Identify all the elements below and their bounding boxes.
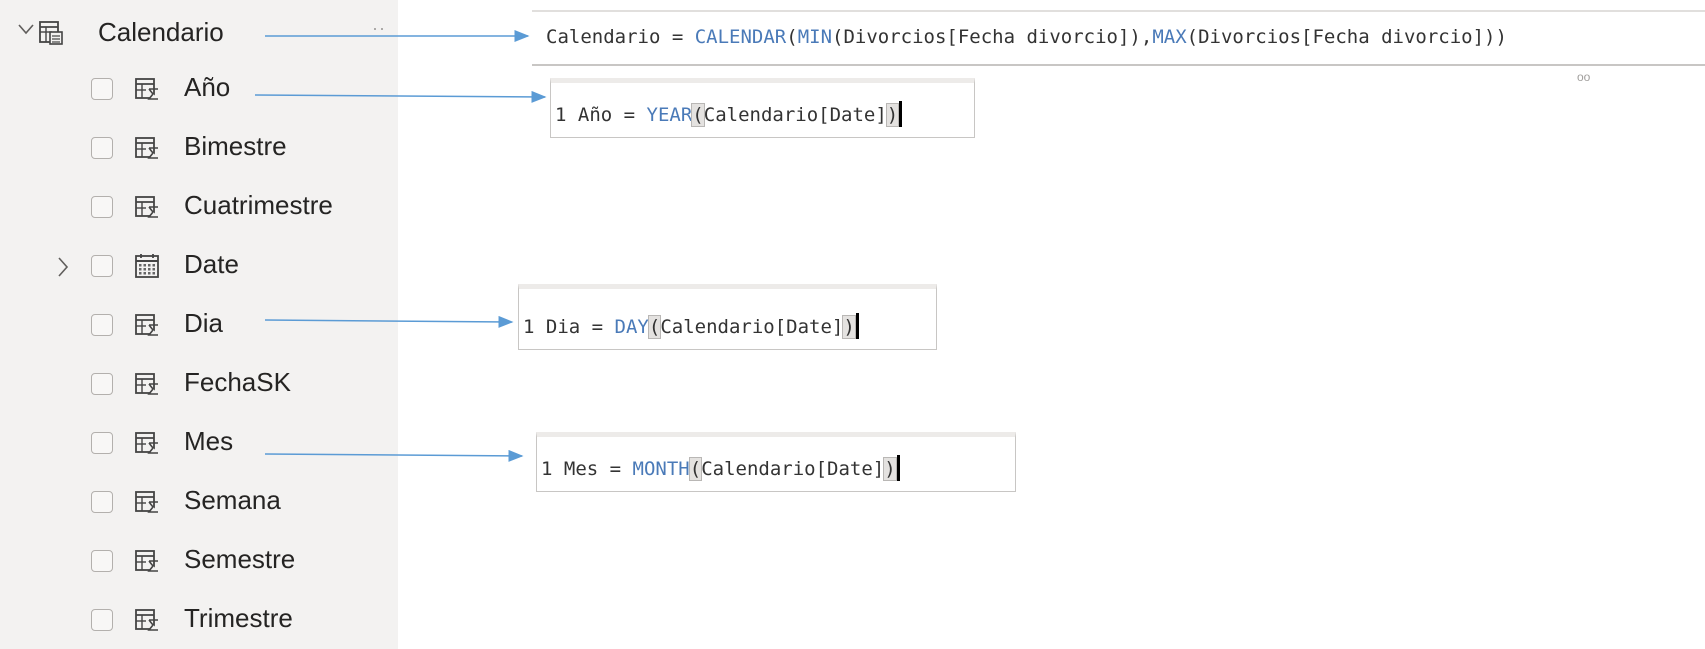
dax-function: MIN: [797, 26, 833, 48]
field-label: Mes: [184, 426, 234, 456]
more-options-icon[interactable]: ··: [372, 18, 386, 39]
code-text: (Divorcios[Fecha divorcio]),: [832, 26, 1153, 48]
field-item-bimestre[interactable]: Bimestre: [0, 127, 398, 177]
field-checkbox[interactable]: [91, 314, 113, 336]
field-checkbox[interactable]: [91, 196, 113, 218]
field-label: FechaSK: [184, 367, 291, 397]
calculated-column-icon: [135, 196, 158, 218]
bracket-match: (: [688, 457, 703, 481]
stray-mark: oo: [1577, 70, 1591, 84]
field-label: Semestre: [184, 544, 296, 574]
bracket-match: ): [885, 103, 900, 127]
calculated-column-icon: [135, 314, 158, 336]
calendar-hierarchy-icon: [135, 254, 159, 278]
code-line: Calendario = CALENDAR(MIN(Divorcios[Fech…: [546, 26, 1507, 48]
field-checkbox[interactable]: [91, 78, 113, 100]
text-caret: [899, 101, 903, 127]
chevron-down-icon[interactable]: [18, 22, 34, 36]
field-item-cuatrimestre[interactable]: Cuatrimestre: [0, 186, 398, 236]
line-number: 1: [555, 104, 567, 126]
calculated-column-icon: [135, 137, 158, 159]
code-text: Calendario =: [546, 26, 695, 48]
code-text: Calendario[Date]: [701, 458, 885, 480]
field-checkbox[interactable]: [91, 550, 113, 572]
field-checkbox[interactable]: [91, 137, 113, 159]
code-text: (Divorcios[Fecha divorcio])): [1186, 26, 1507, 48]
calculated-column-icon: [135, 432, 158, 454]
line-number: 1: [541, 458, 553, 480]
code-line: 1 Año = YEAR(Calendario[Date]): [555, 101, 903, 127]
field-checkbox[interactable]: [91, 255, 113, 277]
field-item-semana[interactable]: Semana: [0, 481, 398, 531]
field-checkbox[interactable]: [91, 432, 113, 454]
dax-function: MONTH: [632, 458, 690, 480]
code-text: Año =: [566, 104, 647, 126]
field-label: Dia: [184, 308, 224, 338]
code-text: Dia =: [534, 316, 615, 338]
formula-editor-mes[interactable]: 1 Mes = MONTH(Calendario[Date]): [536, 432, 1016, 492]
field-label: Date: [184, 249, 239, 279]
formula-editor-anio[interactable]: 1 Año = YEAR(Calendario[Date]): [550, 78, 975, 138]
calculated-column-icon: [135, 491, 158, 513]
field-item-mes[interactable]: Mes: [0, 422, 398, 472]
bracket-match: ): [842, 315, 856, 339]
dax-function: MAX: [1152, 26, 1187, 48]
field-label: Semana: [184, 485, 281, 515]
code-line: 1 Dia = DAY(Calendario[Date]): [523, 313, 859, 339]
field-checkbox[interactable]: [91, 609, 113, 631]
dax-function: YEAR: [646, 104, 693, 126]
table-calendario[interactable]: Calendario ··: [0, 8, 398, 56]
dax-function: DAY: [614, 316, 649, 338]
bracket-match: (: [691, 103, 705, 127]
bracket-match: ): [883, 457, 897, 481]
formula-editor-dia[interactable]: 1 Dia = DAY(Calendario[Date]): [518, 284, 937, 350]
field-label: Trimestre: [184, 603, 293, 633]
formula-bar-calendario[interactable]: Calendario = CALENDAR(MIN(Divorcios[Fech…: [532, 10, 1705, 84]
field-label: Año: [184, 72, 231, 102]
field-item-anio[interactable]: Año: [0, 68, 398, 118]
field-checkbox[interactable]: [91, 373, 113, 395]
line-number: 1: [523, 316, 535, 338]
code-text: (: [786, 26, 798, 48]
table-icon: [39, 21, 63, 45]
table-name: Calendario: [98, 17, 224, 47]
code-text: Calendario[Date]: [703, 104, 887, 126]
calculated-column-icon: [135, 78, 158, 100]
chevron-right-icon[interactable]: [57, 256, 69, 278]
field-item-trimestre[interactable]: Trimestre: [0, 599, 398, 649]
code-text: Calendario[Date]: [660, 316, 844, 338]
calculated-column-icon: [135, 373, 158, 395]
code-text: Mes =: [552, 458, 633, 480]
text-caret: [896, 455, 900, 481]
field-item-semestre[interactable]: Semestre: [0, 540, 398, 590]
calculated-column-icon: [135, 550, 158, 572]
field-checkbox[interactable]: [91, 491, 113, 513]
field-item-date[interactable]: Date: [0, 245, 398, 295]
field-label: Bimestre: [184, 131, 287, 161]
bracket-match: (: [647, 315, 662, 339]
field-item-dia[interactable]: Dia: [0, 304, 398, 354]
dax-function: CALENDAR: [694, 26, 787, 48]
code-line: 1 Mes = MONTH(Calendario[Date]): [541, 455, 900, 481]
calculated-column-icon: [135, 609, 158, 631]
fields-pane: Calendario ·· Año Bimestre Cuatrimestre …: [0, 0, 398, 649]
field-item-fechask[interactable]: FechaSK: [0, 363, 398, 413]
text-caret: [855, 313, 859, 339]
field-label: Cuatrimestre: [184, 190, 333, 220]
